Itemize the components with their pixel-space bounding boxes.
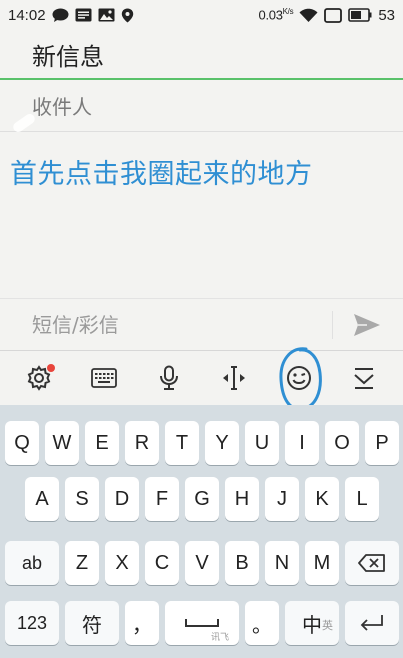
key-f[interactable]: F	[145, 477, 179, 521]
key-g[interactable]: G	[185, 477, 219, 521]
keyboard: Q W E R T Y U I O P A S D F G H J K L ab…	[0, 405, 403, 658]
symbols-key[interactable]: 符	[65, 601, 119, 645]
space-bar-icon	[185, 619, 219, 627]
space-key-brand: 讯飞	[210, 632, 229, 642]
key-p[interactable]: P	[365, 421, 399, 465]
emoji-button[interactable]	[275, 358, 323, 398]
key-n[interactable]: N	[265, 541, 299, 585]
message-input[interactable]	[32, 312, 322, 337]
key-l[interactable]: L	[345, 477, 379, 521]
key-s[interactable]: S	[65, 477, 99, 521]
language-sub-label: 英	[322, 620, 333, 632]
period-key[interactable]: 。	[245, 601, 279, 645]
hide-keyboard-button[interactable]	[340, 358, 388, 398]
recipient-input[interactable]	[32, 94, 372, 119]
key-v[interactable]: V	[185, 541, 219, 585]
send-icon	[354, 314, 380, 336]
status-bar: 14:02 0.03K/s 53	[0, 0, 403, 30]
backspace-key[interactable]	[345, 541, 399, 585]
keyboard-icon	[90, 368, 117, 388]
numbers-key[interactable]: 123	[5, 601, 59, 645]
location-icon	[121, 8, 134, 23]
key-row-4: 123 符 ， 讯飞 。 中 英	[0, 601, 403, 649]
language-key[interactable]: 中 英	[285, 601, 339, 645]
microphone-icon	[159, 365, 178, 390]
key-y[interactable]: Y	[205, 421, 239, 465]
shift-key[interactable]: ab	[5, 541, 59, 585]
voice-input-button[interactable]	[145, 358, 193, 398]
key-x[interactable]: X	[105, 541, 139, 585]
image-icon	[98, 8, 115, 22]
key-d[interactable]: D	[105, 477, 139, 521]
message-area: 首先点击我圈起来的地方	[0, 132, 403, 297]
send-button[interactable]	[350, 311, 384, 339]
key-k[interactable]: K	[305, 477, 339, 521]
comma-key[interactable]: ，	[125, 601, 159, 645]
emoji-icon	[287, 366, 312, 390]
key-row-3: ab Z X C V B N M	[0, 541, 403, 589]
recipient-row	[0, 82, 403, 132]
keyboard-settings-button[interactable]	[15, 358, 63, 398]
key-o[interactable]: O	[325, 421, 359, 465]
message-icon	[75, 8, 92, 22]
key-u[interactable]: U	[245, 421, 279, 465]
key-a[interactable]: A	[25, 477, 59, 521]
key-i[interactable]: I	[285, 421, 319, 465]
compose-divider	[332, 311, 333, 339]
annotation-text: 首先点击我圈起来的地方	[10, 159, 313, 190]
battery-level: 53	[378, 6, 395, 24]
hide-keyboard-icon	[354, 368, 375, 389]
language-label: 中	[302, 614, 322, 637]
key-j[interactable]: J	[265, 477, 299, 521]
sim-icon	[324, 7, 343, 23]
wifi-icon	[299, 8, 318, 23]
chat-bubble-icon	[52, 8, 69, 23]
keyboard-toolbar	[0, 350, 403, 405]
page-title: 新信息	[32, 42, 104, 71]
cursor-icon	[223, 366, 246, 390]
title-bar: 新信息	[0, 30, 403, 80]
status-time: 14:02	[8, 6, 46, 24]
key-t[interactable]: T	[165, 421, 199, 465]
key-r[interactable]: R	[125, 421, 159, 465]
battery-icon	[348, 8, 372, 22]
notification-dot	[46, 364, 55, 372]
key-row-1: Q W E R T Y U I O P	[0, 421, 403, 469]
backspace-icon	[358, 554, 385, 572]
key-q[interactable]: Q	[5, 421, 39, 465]
key-m[interactable]: M	[305, 541, 339, 585]
key-e[interactable]: E	[85, 421, 119, 465]
key-row-2: A S D F G H J K L	[0, 477, 403, 525]
key-z[interactable]: Z	[65, 541, 99, 585]
key-h[interactable]: H	[225, 477, 259, 521]
space-key[interactable]: 讯飞	[165, 601, 239, 645]
enter-key[interactable]	[345, 601, 399, 645]
cursor-move-button[interactable]	[210, 358, 258, 398]
key-b[interactable]: B	[225, 541, 259, 585]
keyboard-switch-button[interactable]	[80, 358, 128, 398]
compose-row	[0, 298, 403, 350]
key-c[interactable]: C	[145, 541, 179, 585]
network-speed: 0.03K/s	[258, 7, 294, 23]
enter-icon	[360, 615, 383, 631]
key-w[interactable]: W	[45, 421, 79, 465]
